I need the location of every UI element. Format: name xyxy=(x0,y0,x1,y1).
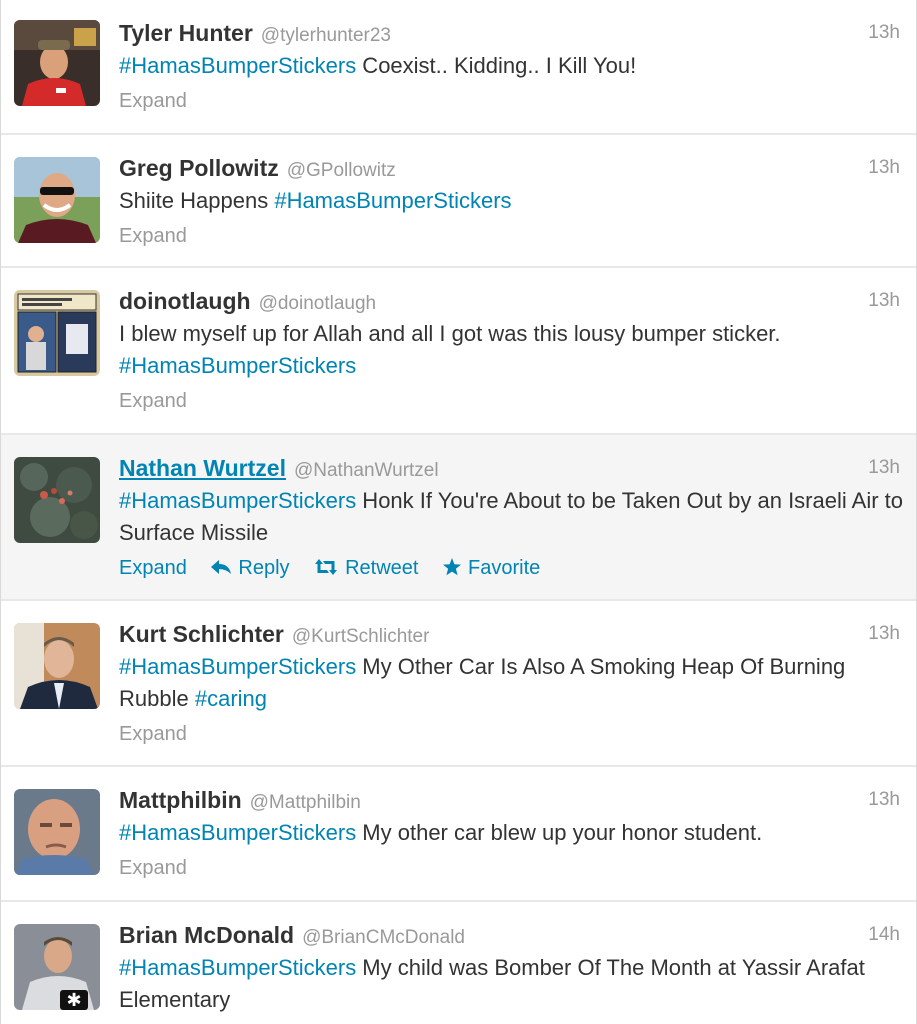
person-sunglasses-icon xyxy=(14,157,100,243)
hashtag-link[interactable]: #HamasBumperStickers xyxy=(119,820,356,845)
tweet-text-segment: Shiite Happens xyxy=(119,188,275,213)
avatar[interactable] xyxy=(14,789,100,875)
retweet-icon xyxy=(315,559,338,576)
reply-label: Reply xyxy=(238,557,290,580)
tweet-text: #HamasBumperStickers Honk If You're Abou… xyxy=(119,485,904,549)
tweet-item-hovered[interactable]: Nathan Wurtzel @NathanWurtzel 13h #HamasB… xyxy=(1,435,916,601)
expand-link[interactable]: Expand xyxy=(119,220,187,252)
author-username[interactable]: @doinotlaugh xyxy=(259,293,377,314)
author-name[interactable]: Nathan Wurtzel xyxy=(119,455,286,481)
hashtag-link[interactable]: #HamasBumperStickers xyxy=(119,654,356,679)
tweet-text: #HamasBumperStickers Coexist.. Kidding..… xyxy=(119,50,904,82)
retweet-label: Retweet xyxy=(345,557,419,580)
expand-link[interactable]: Expand xyxy=(119,385,187,417)
avatar[interactable] xyxy=(14,157,100,243)
author-username[interactable]: @GPollowitz xyxy=(287,160,396,181)
tweet-item[interactable]: doinotlaugh @doinotlaugh 13h I blew mysel… xyxy=(1,268,916,435)
tweet-timestamp[interactable]: 13h xyxy=(868,619,900,649)
hashtag-link[interactable]: #caring xyxy=(195,686,267,711)
comic-panel-icon xyxy=(14,290,100,376)
author-username[interactable]: @NathanWurtzel xyxy=(294,460,439,481)
hashtag-link[interactable]: #HamasBumperStickers xyxy=(119,53,356,78)
retweet-button[interactable]: Retweet xyxy=(313,551,418,584)
avatar[interactable] xyxy=(14,20,100,106)
tweet-timeline: Tyler Hunter @tylerhunter23 13h #HamasBum… xyxy=(0,0,917,1024)
author-username[interactable]: @BrianCMcDonald xyxy=(302,927,465,948)
reply-button[interactable]: Reply xyxy=(210,551,290,584)
author-username[interactable]: @tylerhunter23 xyxy=(261,25,391,46)
expand-link[interactable]: Expand xyxy=(119,552,187,584)
author-username[interactable]: @Mattphilbin xyxy=(250,792,361,813)
favorite-label: Favorite xyxy=(468,557,541,580)
hashtag-link[interactable]: #HamasBumperStickers xyxy=(119,353,356,378)
tweet-timestamp[interactable]: 13h xyxy=(868,153,900,183)
tweet-timestamp[interactable]: 13h xyxy=(868,286,900,316)
star-icon xyxy=(443,558,462,576)
tweet-timestamp[interactable]: 14h xyxy=(868,920,900,950)
person-red-shirt-icon xyxy=(14,20,100,106)
tweet-timestamp[interactable]: 13h xyxy=(868,453,900,483)
hashtag-link[interactable]: #HamasBumperStickers xyxy=(274,188,511,213)
tweet-item[interactable]: Greg Pollowitz @GPollowitz 13h Shiite Hap… xyxy=(1,135,916,268)
svg-text:✱: ✱ xyxy=(66,990,81,1010)
expand-link[interactable]: Expand xyxy=(119,852,187,884)
avatar[interactable] xyxy=(14,457,100,543)
person-suit-icon xyxy=(14,623,100,709)
tweet-text-segment: I blew myself up for Allah and all I got… xyxy=(119,321,781,346)
flower-bush-icon xyxy=(14,457,100,543)
author-name[interactable]: Greg Pollowitz xyxy=(119,155,279,181)
expand-link[interactable]: Expand xyxy=(119,718,187,750)
author-username[interactable]: @KurtSchlichter xyxy=(292,626,430,647)
tweet-text: #HamasBumperStickers My other car blew u… xyxy=(119,817,904,849)
tweet-text: #HamasBumperStickers My Other Car Is Als… xyxy=(119,651,904,715)
tweet-text-segment: Coexist.. Kidding.. I Kill You! xyxy=(356,53,637,78)
tweet-timestamp[interactable]: 13h xyxy=(868,785,900,815)
favorite-button[interactable]: Favorite xyxy=(442,551,540,584)
avatar[interactable]: ✱ xyxy=(14,924,100,1010)
author-name[interactable]: Tyler Hunter xyxy=(119,20,253,46)
tweet-item[interactable]: Mattphilbin @Mattphilbin 13h #HamasBumper… xyxy=(1,767,916,902)
hashtag-link[interactable]: #HamasBumperStickers xyxy=(119,955,356,980)
person-medic-icon: ✱ xyxy=(14,924,100,1010)
expand-link[interactable]: Expand xyxy=(119,85,187,117)
avatar[interactable] xyxy=(14,290,100,376)
tweet-text-segment: My other car blew up your honor student. xyxy=(356,820,763,845)
author-name[interactable]: doinotlaugh xyxy=(119,288,251,314)
person-bald-icon xyxy=(14,789,100,875)
tweet-item[interactable]: ✱ Brian McDonald @BrianCMcDonald 14h #Ham… xyxy=(1,902,916,1024)
avatar[interactable] xyxy=(14,623,100,709)
author-name[interactable]: Brian McDonald xyxy=(119,922,294,948)
author-name[interactable]: Kurt Schlichter xyxy=(119,621,284,647)
tweet-timestamp[interactable]: 13h xyxy=(868,18,900,48)
tweet-item[interactable]: Tyler Hunter @tylerhunter23 13h #HamasBum… xyxy=(1,0,916,135)
tweet-item[interactable]: Kurt Schlichter @KurtSchlichter 13h #Hama… xyxy=(1,601,916,767)
tweet-text: Shiite Happens #HamasBumperStickers xyxy=(119,185,904,217)
author-name[interactable]: Mattphilbin xyxy=(119,787,242,813)
hashtag-link[interactable]: #HamasBumperStickers xyxy=(119,488,356,513)
tweet-text: I blew myself up for Allah and all I got… xyxy=(119,318,904,382)
tweet-text: #HamasBumperStickers My child was Bomber… xyxy=(119,952,904,1016)
reply-icon xyxy=(211,560,232,575)
